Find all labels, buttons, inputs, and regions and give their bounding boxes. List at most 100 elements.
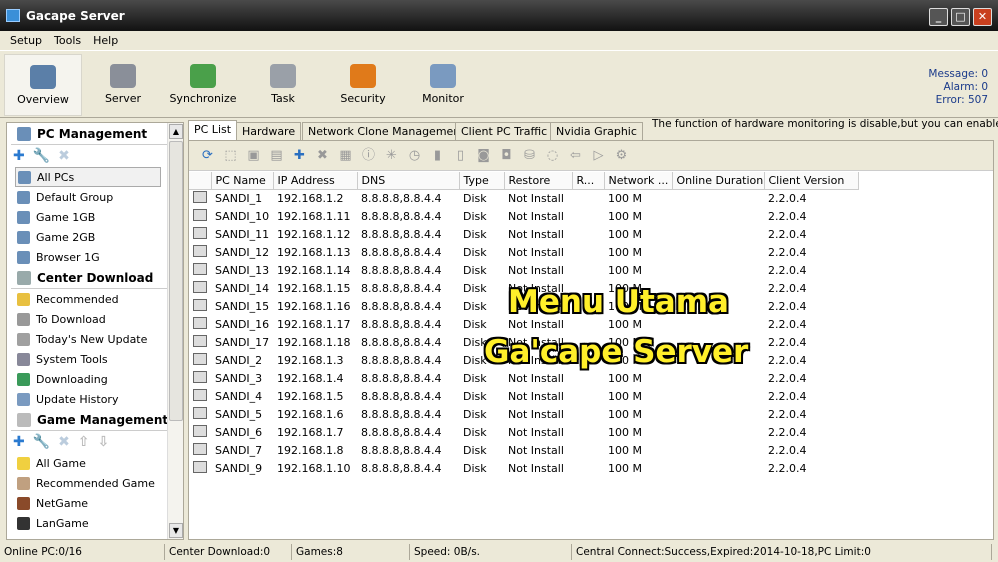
scroll-down-arrow[interactable]: ▼ xyxy=(169,523,183,538)
sidebar-item[interactable]: System Tools xyxy=(7,349,183,369)
scroll-up-arrow[interactable]: ▲ xyxy=(169,124,183,139)
section-title: Game Management xyxy=(37,412,169,427)
menu-setup[interactable]: Setup xyxy=(4,34,48,47)
tab-hardware[interactable]: Hardware xyxy=(236,122,302,140)
lock-icon[interactable]: ▮ xyxy=(429,147,446,164)
row-icon-cell xyxy=(189,315,211,333)
table-row[interactable]: SANDI_13 192.168.1.14 8.8.8.8,8.8.4.4 Disk N… xyxy=(189,261,858,279)
select-invert-icon[interactable]: ▣ xyxy=(245,147,262,164)
menu-tools[interactable]: Tools xyxy=(48,34,87,47)
tab-network-clone-management[interactable]: Network Clone Management xyxy=(302,122,471,140)
add-icon[interactable]: ✚ xyxy=(13,148,25,164)
database-icon[interactable]: ⛁ xyxy=(521,147,538,164)
remote-view-icon[interactable]: ◙ xyxy=(475,147,492,164)
toolbar-task-button[interactable]: Task xyxy=(244,54,322,116)
status-message: Message: 0 xyxy=(928,68,988,80)
table-row[interactable]: SANDI_1 192.168.1.2 8.8.8.8,8.8.4.4 Disk Not… xyxy=(189,189,858,207)
toolbar-overview-button[interactable]: Overview xyxy=(4,54,82,116)
message-icon[interactable]: ◌ xyxy=(544,147,561,164)
column-header-icon xyxy=(189,172,212,190)
toolbar-security-button[interactable]: Security xyxy=(324,54,402,116)
pc-icon xyxy=(193,226,207,239)
table-cell: Disk xyxy=(463,443,487,457)
schedule-icon[interactable]: ◷ xyxy=(406,147,423,164)
sidebar-item[interactable]: Recommended xyxy=(7,289,183,309)
move-up-icon[interactable]: ⇧ xyxy=(78,434,90,450)
add-icon[interactable]: ✚ xyxy=(13,434,25,450)
sidebar-item[interactable]: LanGame xyxy=(7,513,183,533)
sidebar-item[interactable]: All PCs xyxy=(15,167,161,187)
settings-gear-icon[interactable]: ⚙ xyxy=(613,147,630,164)
menu-help[interactable]: Help xyxy=(87,34,124,47)
column-header[interactable]: Network ... xyxy=(604,172,673,190)
table-row[interactable]: SANDI_11 192.168.1.12 8.8.8.8,8.8.4.4 Disk N… xyxy=(189,225,858,243)
tab-pc-list[interactable]: PC List xyxy=(188,120,238,140)
delete-pc-icon[interactable]: ✖ xyxy=(314,147,331,164)
toolbar-synchronize-button[interactable]: Synchronize xyxy=(164,54,242,116)
table-cell: 8.8.8.8,8.8.4.4 xyxy=(361,245,442,259)
table-cell: 8.8.8.8,8.8.4.4 xyxy=(361,443,442,457)
scroll-thumb[interactable] xyxy=(169,141,183,421)
column-header[interactable]: Client Version xyxy=(764,172,859,190)
sidebar-item[interactable]: Today's New Update xyxy=(7,329,183,349)
edit-wrench-icon[interactable]: 🔧 xyxy=(33,148,50,164)
sidebar-item[interactable]: Game 1GB xyxy=(7,207,183,227)
table-header-row: PC Name IP Address DNS Type Restore R... Netwo… xyxy=(189,172,859,190)
table-row[interactable]: SANDI_4 192.168.1.5 8.8.8.8,8.8.4.4 Disk Not… xyxy=(189,387,858,405)
wake-icon[interactable]: ✳ xyxy=(383,147,400,164)
maximize-button[interactable]: □ xyxy=(951,8,970,26)
sidebar-item[interactable]: Default Group xyxy=(7,187,183,207)
sidebar-item[interactable]: Browser 1G xyxy=(7,247,183,267)
tab-nvidia-graphic[interactable]: Nvidia Graphic xyxy=(550,122,643,140)
delete-icon[interactable]: ✖ xyxy=(58,434,70,450)
delete-icon[interactable]: ✖ xyxy=(58,148,70,164)
table-row[interactable]: SANDI_7 192.168.1.8 8.8.8.8,8.8.4.4 Disk Not… xyxy=(189,441,858,459)
sidebar-item[interactable]: Game 2GB xyxy=(7,227,183,247)
select-all-icon[interactable]: ⬚ xyxy=(222,147,239,164)
sidebar-item[interactable]: NetGame xyxy=(7,493,183,513)
table-row[interactable]: SANDI_3 192.168.1.4 8.8.8.8,8.8.4.4 Disk Not… xyxy=(189,369,858,387)
sidebar-item[interactable]: To Download xyxy=(7,309,183,329)
table-cell: Disk xyxy=(463,317,487,331)
minimize-button[interactable]: _ xyxy=(929,8,948,26)
column-header[interactable]: DNS xyxy=(357,172,460,190)
table-cell: SANDI_13 xyxy=(215,263,270,277)
edit-wrench-icon[interactable]: 🔧 xyxy=(33,434,50,450)
column-header[interactable]: Restore xyxy=(504,172,573,190)
add-pc-icon[interactable]: ✚ xyxy=(291,147,308,164)
sidebar-item[interactable]: Downloading xyxy=(7,369,183,389)
table-row[interactable]: SANDI_5 192.168.1.6 8.8.8.8,8.8.4.4 Disk Not… xyxy=(189,405,858,423)
section-pc-management: PC Management xyxy=(11,123,175,145)
config-icon[interactable]: ▦ xyxy=(337,147,354,164)
column-header[interactable]: Type xyxy=(459,172,505,190)
column-header[interactable]: Online Duration xyxy=(672,172,765,190)
table-row[interactable]: SANDI_12 192.168.1.13 8.8.8.8,8.8.4.4 Disk N… xyxy=(189,243,858,261)
table-cell: 2.2.0.4 xyxy=(768,335,807,349)
refresh-icon[interactable]: ⟳ xyxy=(199,147,216,164)
sidebar-scrollbar[interactable]: ▲ ▼ xyxy=(167,123,183,539)
table-cell xyxy=(672,387,764,405)
column-header[interactable]: IP Address xyxy=(273,172,358,190)
table-row[interactable]: SANDI_10 192.168.1.11 8.8.8.8,8.8.4.4 Disk N… xyxy=(189,207,858,225)
view-details-icon[interactable]: ▤ xyxy=(268,147,285,164)
sidebar-item[interactable]: Recommended Game xyxy=(7,473,183,493)
table-row[interactable]: SANDI_6 192.168.1.7 8.8.8.8,8.8.4.4 Disk Not… xyxy=(189,423,858,441)
move-down-icon[interactable]: ⇩ xyxy=(98,434,110,450)
toolbar-monitor-button[interactable]: Monitor xyxy=(404,54,482,116)
sidebar-item[interactable]: All Game xyxy=(7,453,183,473)
sidebar-item[interactable]: Update History xyxy=(7,389,183,409)
column-header[interactable]: R... xyxy=(572,172,605,190)
table-cell: 100 M xyxy=(608,407,642,421)
table-cell: 100 M xyxy=(608,245,642,259)
back-icon[interactable]: ⇦ xyxy=(567,147,584,164)
tab-client-pc-traffic[interactable]: Client PC Traffic xyxy=(455,122,554,140)
toolbar-server-button[interactable]: Server xyxy=(84,54,162,116)
search-doc-icon[interactable]: ◘ xyxy=(498,147,515,164)
info-icon[interactable]: ⓘ xyxy=(360,147,377,164)
sidebar-item-label: To Download xyxy=(36,312,106,326)
close-button[interactable]: ✕ xyxy=(973,8,992,26)
play-icon[interactable]: ▷ xyxy=(590,147,607,164)
table-row[interactable]: SANDI_9 192.168.1.10 8.8.8.8,8.8.4.4 Disk No… xyxy=(189,459,858,477)
column-header[interactable]: PC Name xyxy=(211,172,274,190)
unlock-icon[interactable]: ▯ xyxy=(452,147,469,164)
